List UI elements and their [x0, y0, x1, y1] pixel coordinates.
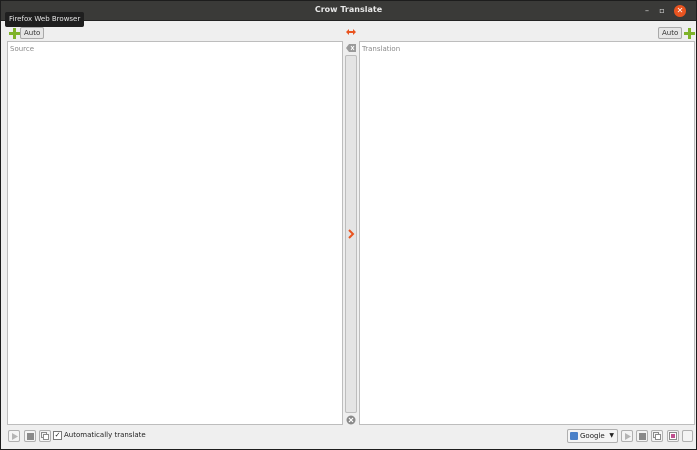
- swap-icon: [346, 29, 356, 35]
- close-button[interactable]: ✕: [674, 5, 686, 17]
- cancel-button[interactable]: [345, 414, 357, 426]
- source-text-area[interactable]: Source: [7, 41, 343, 425]
- translate-button[interactable]: [345, 55, 357, 413]
- auto-translate-checkbox[interactable]: ✓: [53, 431, 62, 440]
- play-icon: [11, 432, 18, 440]
- play-icon: [624, 432, 631, 440]
- copy-icon: [41, 432, 49, 440]
- add-icon: [683, 27, 695, 39]
- add-icon: [8, 27, 20, 39]
- stop-source-button[interactable]: [24, 430, 36, 442]
- source-placeholder: Source: [10, 45, 35, 53]
- add-source-language-button[interactable]: [8, 27, 20, 39]
- engine-label: Google: [580, 432, 605, 440]
- copy-translation-button[interactable]: [651, 430, 663, 442]
- stop-icon: [26, 432, 34, 440]
- translate-icon: [570, 432, 578, 440]
- cancel-icon: [346, 415, 356, 425]
- copy-all-icon: [669, 432, 677, 440]
- window-title: Crow Translate: [314, 5, 383, 14]
- title-bar: Crow Translate – ▫ ✕: [1, 1, 696, 21]
- options-button[interactable]: [682, 430, 693, 442]
- clear-source-button[interactable]: [345, 42, 357, 54]
- add-translation-language-button[interactable]: [683, 27, 695, 39]
- copy-all-button[interactable]: [667, 430, 679, 442]
- engine-select[interactable]: Google ▼: [567, 429, 618, 443]
- chevron-down-icon: ▼: [609, 432, 614, 439]
- play-source-button[interactable]: [8, 430, 20, 442]
- swap-languages-button[interactable]: [345, 26, 357, 38]
- stop-translation-button[interactable]: [636, 430, 648, 442]
- chevron-right-icon: [348, 229, 355, 239]
- backspace-icon: [346, 44, 356, 52]
- app-window: Crow Translate – ▫ ✕ Firefox Web Browser…: [0, 0, 697, 450]
- maximize-button[interactable]: ▫: [656, 5, 668, 17]
- play-translation-button[interactable]: [621, 430, 633, 442]
- copy-icon: [653, 432, 661, 440]
- translation-text-area[interactable]: Translation: [359, 41, 695, 425]
- minimize-button[interactable]: –: [641, 5, 653, 17]
- translation-placeholder: Translation: [362, 45, 401, 53]
- source-language-button[interactable]: Auto: [20, 27, 45, 39]
- copy-source-button[interactable]: [39, 430, 51, 442]
- translation-language-button[interactable]: Auto: [658, 27, 683, 39]
- stop-icon: [638, 432, 646, 440]
- auto-translate-label: Automatically translate: [64, 431, 146, 439]
- tooltip: Firefox Web Browser: [5, 12, 85, 27]
